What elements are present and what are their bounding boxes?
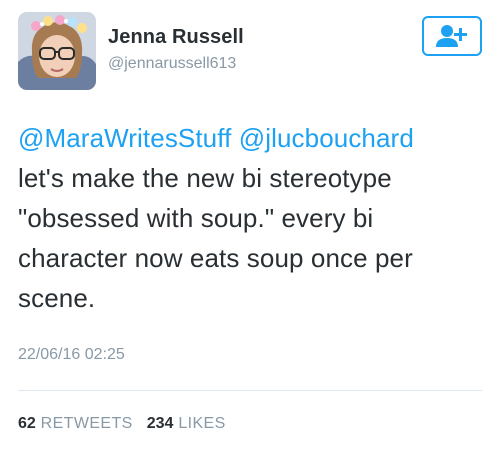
tweet-timestamp[interactable]: 22/06/16 02:25 xyxy=(18,346,125,364)
avatar[interactable] xyxy=(18,12,96,90)
divider xyxy=(18,390,482,391)
mention-link[interactable]: @jlucbouchard xyxy=(239,123,414,153)
tweet-stats: 62 RETWEETS 234 LIKES xyxy=(18,415,226,433)
tweet-line: scene. xyxy=(18,283,96,313)
tweet-header: Jenna Russell @jennarussell613 xyxy=(18,12,482,92)
tweet-text: @MaraWritesStuff @jlucbouchard let's mak… xyxy=(18,118,488,318)
tweet-line: "obsessed with soup." every bi xyxy=(18,203,374,233)
display-name[interactable]: Jenna Russell xyxy=(108,26,244,48)
user-names: Jenna Russell @jennarussell613 xyxy=(108,26,244,74)
retweets-stat[interactable]: 62 RETWEETS xyxy=(18,415,133,432)
follow-button[interactable] xyxy=(422,16,482,56)
mentions-line: @MaraWritesStuff @jlucbouchard xyxy=(18,118,488,158)
user-handle[interactable]: @jennarussell613 xyxy=(108,54,244,74)
retweets-label: RETWEETS xyxy=(40,415,133,432)
add-user-icon xyxy=(436,25,467,47)
mention-link[interactable]: @MaraWritesStuff xyxy=(18,123,231,153)
likes-stat[interactable]: 234 LIKES xyxy=(147,415,226,432)
tweet-line: character now eats soup once per xyxy=(18,243,413,273)
retweets-count: 62 xyxy=(18,415,36,432)
likes-label: LIKES xyxy=(178,415,226,432)
avatar-photo xyxy=(18,12,96,90)
likes-count: 234 xyxy=(146,415,174,432)
tweet-line: let's make the new bi stereotype xyxy=(18,163,392,193)
